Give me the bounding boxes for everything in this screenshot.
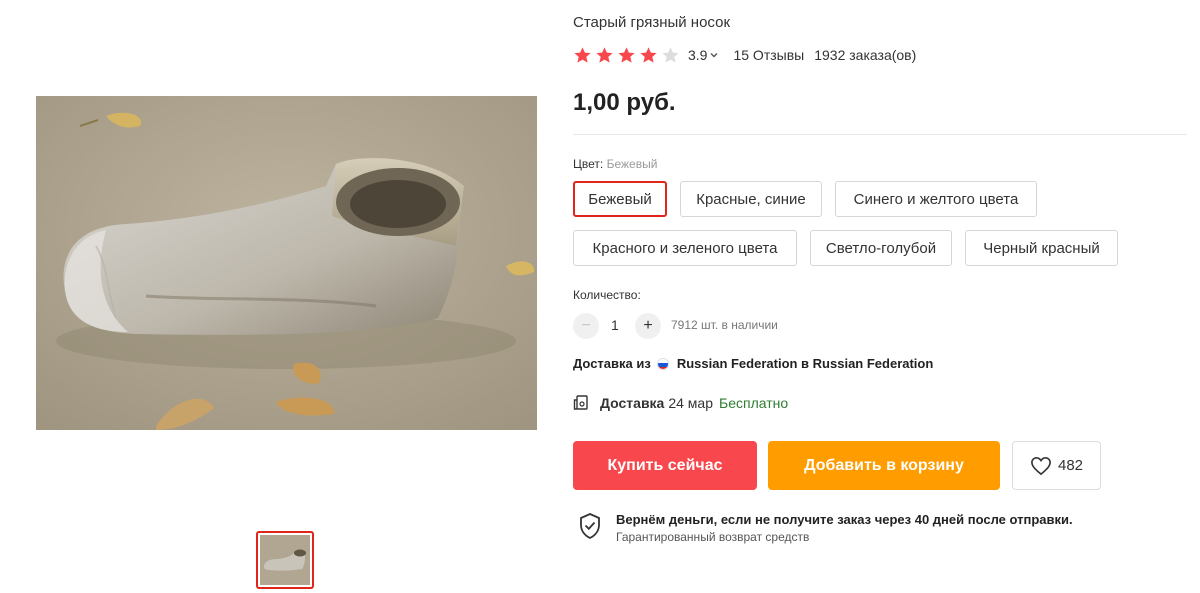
star-rating [573, 46, 680, 65]
product-price: 1,00 руб. [573, 89, 676, 116]
wishlist-button[interactable]: 482 [1012, 441, 1101, 490]
delivery-label: Доставка [600, 395, 665, 411]
delivery-info: Доставка 24 мар Бесплатно [573, 394, 788, 412]
product-title: Старый грязный носок [573, 14, 731, 31]
guarantee-subtitle: Гарантированный возврат средств [616, 530, 810, 544]
heart-icon [1031, 456, 1051, 475]
color-option-beige[interactable]: Бежевый [573, 181, 667, 217]
chevron-down-icon[interactable] [709, 50, 719, 60]
add-to-cart-button[interactable]: Добавить в корзину [768, 441, 1000, 490]
color-label: Цвет: Бежевый [573, 157, 657, 171]
star-icon [618, 46, 635, 63]
quantity-increase-button[interactable]: + [635, 313, 661, 339]
wishlist-count: 482 [1057, 457, 1084, 474]
delivery-price: Бесплатно [719, 395, 789, 411]
thumbnail-1[interactable] [256, 531, 314, 589]
orders-count: 1932 заказа(ов) [814, 47, 917, 63]
color-label-text: Цвет: [573, 157, 604, 171]
quantity-value[interactable]: 1 [611, 317, 619, 333]
reviews-link[interactable]: 15 Отзывы [733, 47, 804, 63]
color-option-blue-yellow[interactable]: Синего и желтого цвета [835, 181, 1037, 217]
rating-row: 3.9 15 Отзывы 1932 заказа(ов) [573, 44, 916, 66]
buyer-protection: Вернём деньги, если не получите заказ че… [578, 512, 1073, 544]
quantity-decrease-button[interactable]: − [573, 313, 599, 339]
buy-now-button[interactable]: Купить сейчас [573, 441, 757, 490]
shipping-info: Доставка из Russian Federation в Russian… [573, 356, 933, 371]
stock-count: 7912 шт. в наличии [671, 318, 778, 332]
product-photo-sock [36, 96, 537, 430]
delivery-icon [573, 395, 588, 410]
quantity-label: Количество: [573, 288, 641, 302]
color-option-red-blue[interactable]: Красные, синие [680, 181, 822, 217]
rating-value: 3.9 [688, 47, 708, 63]
color-option-light-blue[interactable]: Светло-голубой [810, 230, 952, 266]
thumbnail-sock-image [260, 535, 310, 585]
selected-color-value: Бежевый [606, 157, 658, 171]
product-main-image [36, 96, 537, 430]
star-icon [640, 46, 657, 63]
delivery-date: 24 мар [668, 395, 714, 411]
color-option-black-red[interactable]: Черный красный [965, 230, 1118, 266]
russia-flag-icon [656, 357, 669, 370]
shield-check-icon [580, 513, 600, 540]
color-option-red-green[interactable]: Красного и зеленого цвета [573, 230, 797, 266]
star-icon [574, 46, 591, 63]
shipping-route[interactable]: Russian Federation в Russian Federation [677, 356, 934, 371]
guarantee-title: Вернём деньги, если не получите заказ че… [616, 512, 1073, 527]
star-icon [596, 46, 613, 63]
divider [573, 134, 1187, 135]
shipping-prefix: Доставка из [573, 356, 651, 371]
star-icon [662, 46, 679, 63]
